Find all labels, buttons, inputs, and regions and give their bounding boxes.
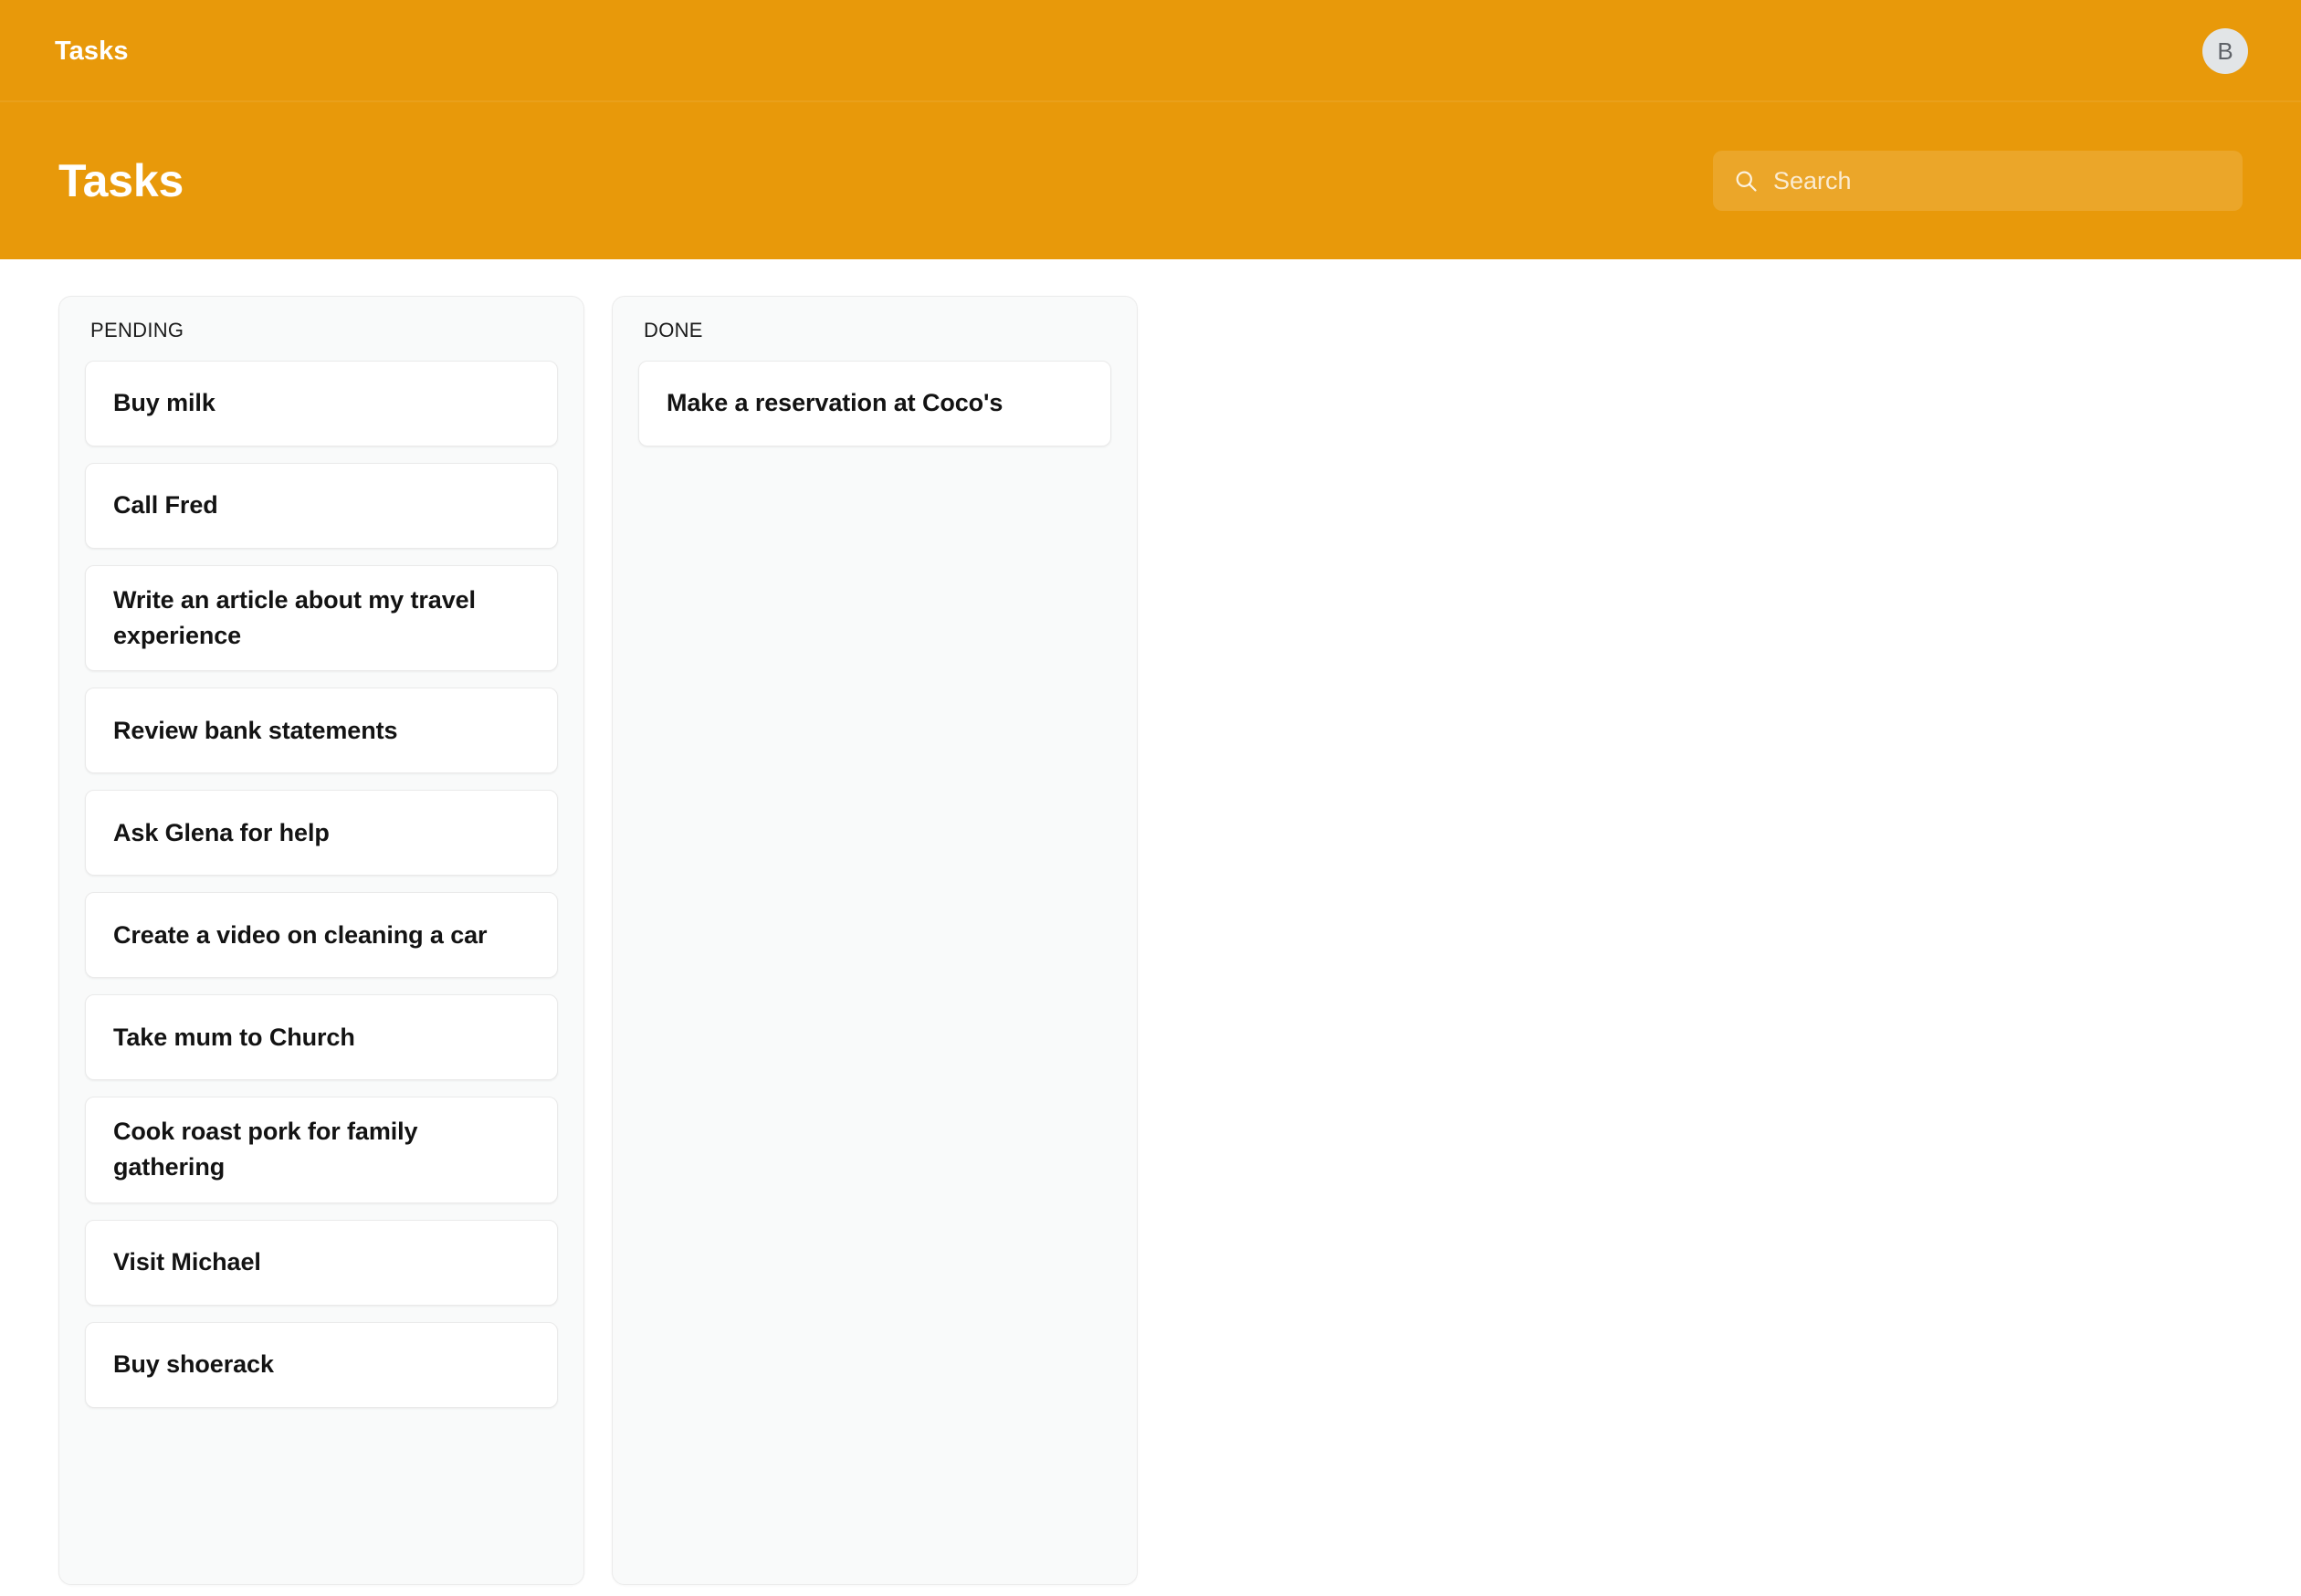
task-card[interactable]: Write an article about my travel experie… [85,565,558,672]
task-card-text: Take mum to Church [113,1023,355,1051]
column-pending: PENDING Buy milk Call Fred Write an arti… [58,296,584,1585]
task-card-text: Create a video on cleaning a car [113,920,488,949]
task-card-text: Buy milk [113,389,215,417]
avatar[interactable]: B [2202,28,2248,74]
column-done: DONE Make a reservation at Coco's [612,296,1138,1585]
search-icon [1733,168,1759,194]
task-card-text: Buy shoerack [113,1349,274,1378]
search-input[interactable] [1773,166,2222,195]
task-card[interactable]: Ask Glena for help [85,790,558,877]
task-card[interactable]: Take mum to Church [85,994,558,1081]
card-list-pending: Buy milk Call Fred Write an article abou… [85,361,558,1408]
task-card[interactable]: Call Fred [85,463,558,549]
task-card[interactable]: Cook roast pork for family gathering [85,1097,558,1203]
task-card-text: Cook roast pork for family gathering [113,1118,418,1181]
card-list-done: Make a reservation at Coco's [638,361,1111,446]
task-board: PENDING Buy milk Call Fred Write an arti… [0,259,2301,1596]
task-card-text: Write an article about my travel experie… [113,586,476,650]
column-title-pending: PENDING [90,319,184,341]
app-title: Tasks [55,36,129,66]
task-card-text: Call Fred [113,491,218,520]
task-card-text: Review bank statements [113,716,398,744]
page-header: Tasks [0,102,2301,259]
task-card[interactable]: Make a reservation at Coco's [638,361,1111,446]
task-card-text: Make a reservation at Coco's [667,389,1003,417]
search-box[interactable] [1713,151,2243,211]
task-card[interactable]: Visit Michael [85,1219,558,1306]
task-card[interactable]: Create a video on cleaning a car [85,892,558,979]
page-title: Tasks [58,155,184,206]
task-card[interactable]: Buy milk [85,361,558,446]
task-card-text: Visit Michael [113,1247,261,1276]
column-title-done: DONE [644,319,703,341]
top-app-bar: Tasks B [0,0,2301,102]
task-card[interactable]: Buy shoerack [85,1321,558,1408]
task-card[interactable]: Review bank statements [85,688,558,774]
task-card-text: Ask Glena for help [113,818,330,846]
